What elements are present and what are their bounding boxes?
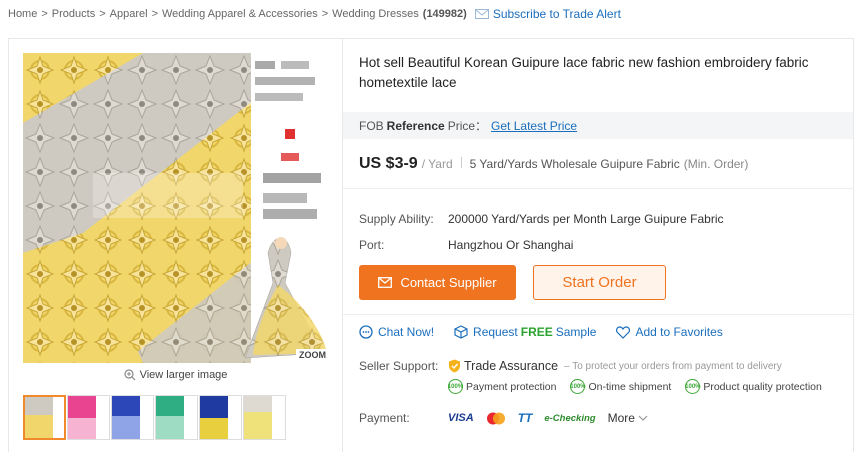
min-order-value: 5 Yard/Yards Wholesale Guipure Fabric: [469, 157, 680, 171]
breadcrumb-separator: >: [321, 8, 329, 20]
spec-list: Supply Ability: 200000 Yard/Yards per Mo…: [359, 206, 724, 258]
visa-icon: VISA: [448, 412, 474, 424]
trade-assurance-title: Trade Assurance: [464, 359, 559, 373]
request-sample-suffix: Sample: [555, 325, 597, 339]
breadcrumb-home[interactable]: Home: [8, 8, 37, 20]
guarantee-badge-icon: 100%: [448, 379, 463, 394]
magnifier-icon: [123, 369, 136, 381]
add-favorites-link[interactable]: Add to Favorites: [616, 325, 723, 339]
request-sample-link[interactable]: Request FREE Sample: [454, 325, 596, 339]
guarantee-label: On-time shipment: [588, 380, 672, 393]
product-main-image[interactable]: ZOOM: [23, 53, 331, 363]
breadcrumb-products[interactable]: Products: [52, 8, 95, 20]
more-payment-dropdown[interactable]: More: [608, 411, 648, 425]
guarantee-item: 100% Payment protection: [448, 379, 556, 394]
chat-now-label: Chat Now!: [378, 325, 435, 339]
spec-value: 200000 Yard/Yards per Month Large Guipur…: [448, 212, 724, 226]
guarantee-label: Product quality protection: [703, 380, 822, 393]
start-order-label: Start Order: [562, 274, 637, 291]
guarantee-badge-icon: 100%: [685, 379, 701, 394]
payment-label: Payment:: [359, 411, 410, 425]
request-sample-prefix: Request: [473, 325, 518, 339]
echecking-icon: e-Checking: [544, 412, 596, 424]
breadcrumb-separator: >: [99, 8, 106, 20]
envelope-icon: [378, 277, 393, 288]
guarantee-label: Payment protection: [466, 380, 557, 393]
mail-icon: [474, 9, 489, 19]
breadcrumb-wedding-accessories[interactable]: Wedding Apparel & Accessories: [162, 8, 318, 20]
subscribe-alert-label: Subscribe to Trade Alert: [492, 7, 621, 21]
thumbnail-strip: [23, 395, 286, 440]
fob-price-bar: FOB Reference Price： Get Latest Price: [343, 112, 853, 139]
thumbnail[interactable]: [155, 395, 198, 440]
more-label: More: [607, 411, 635, 425]
add-favorites-label: Add to Favorites: [635, 325, 723, 339]
spec-label: Port:: [359, 238, 385, 252]
divider: [460, 157, 462, 168]
free-label: FREE: [520, 325, 553, 339]
thumbnail[interactable]: [67, 395, 110, 440]
breadcrumb: Home > Products > Apparel > Wedding Appa…: [8, 7, 621, 21]
action-links: Chat Now! Request FREE Sample Add to Fav…: [359, 325, 743, 339]
trade-assurance-line[interactable]: Trade Assurance – To protect your orders…: [448, 359, 836, 373]
chevron-down-icon: [638, 415, 648, 421]
guarantee-item: 100% Product quality protection: [685, 379, 822, 394]
thumbnail[interactable]: [111, 395, 154, 440]
chat-icon: [359, 325, 373, 339]
breadcrumb-separator: >: [41, 8, 48, 20]
thumbnail[interactable]: [243, 395, 286, 440]
seller-support-label: Seller Support:: [359, 359, 439, 373]
price-row: US $3-9 / Yard 5 Yard/Yards Wholesale Gu…: [359, 155, 748, 173]
thumbnail[interactable]: [23, 395, 66, 440]
mastercard-icon: [486, 412, 505, 424]
payment-methods: VISA TT e-Checking More: [448, 411, 648, 425]
guarantee-badge-icon: 100%: [570, 379, 586, 394]
divider: [343, 314, 853, 315]
contact-supplier-button[interactable]: Contact Supplier: [359, 265, 516, 300]
breadcrumb-apparel[interactable]: Apparel: [110, 8, 148, 20]
min-order-note: (Min. Order): [683, 157, 749, 171]
heart-icon: [616, 325, 631, 339]
breadcrumb-wedding-dresses[interactable]: Wedding Dresses: [332, 8, 419, 20]
view-larger-label: View larger image: [139, 369, 228, 381]
product-title: Hot sell Beautiful Korean Guipure lace f…: [359, 55, 809, 90]
fob-price-label: Price：: [447, 119, 488, 133]
zoom-label[interactable]: ZOOM: [296, 349, 329, 361]
contact-supplier-label: Contact Supplier: [400, 275, 497, 290]
price-unit: / Yard: [421, 157, 453, 171]
spec-value: Hangzhou Or Shanghai: [448, 238, 574, 252]
guarantee-item: 100% On-time shipment: [570, 379, 671, 394]
seller-support-row: Seller Support: Trade Assurance – To pro…: [359, 359, 836, 394]
spec-row-supply: Supply Ability: 200000 Yard/Yards per Mo…: [359, 206, 724, 232]
start-order-button[interactable]: Start Order: [533, 265, 666, 300]
trade-assurance-block: Trade Assurance – To protect your orders…: [448, 359, 836, 394]
box-icon: [454, 325, 468, 339]
thumbnail[interactable]: [199, 395, 242, 440]
divider: [343, 188, 853, 189]
price-value: US $3-9: [359, 155, 418, 172]
chat-now-link[interactable]: Chat Now!: [359, 325, 434, 339]
breadcrumb-count: (149982): [422, 8, 467, 20]
trade-assurance-description: – To protect your orders from payment to…: [564, 360, 782, 372]
guarantee-list: 100% Payment protection 100% On-time shi…: [448, 379, 836, 394]
fob-reference: Reference: [386, 118, 445, 133]
subscribe-alert-link[interactable]: Subscribe to Trade Alert: [474, 7, 621, 21]
breadcrumb-separator: >: [151, 8, 158, 20]
tt-icon: TT: [517, 411, 533, 425]
get-latest-price-link[interactable]: Get Latest Price: [491, 119, 577, 133]
product-detail-panel: Hot sell Beautiful Korean Guipure lace f…: [343, 38, 854, 452]
payment-row: Payment: VISA TT e-Checking More: [359, 411, 648, 425]
trade-assurance-shield-icon: [449, 359, 460, 373]
spec-label: Supply Ability:: [359, 212, 434, 226]
product-gallery: ZOOM View larger image: [8, 38, 343, 452]
view-larger-link[interactable]: View larger image: [9, 369, 342, 381]
spec-row-port: Port: Hangzhou Or Shanghai: [359, 232, 724, 258]
fob-prefix: FOB: [359, 118, 384, 133]
